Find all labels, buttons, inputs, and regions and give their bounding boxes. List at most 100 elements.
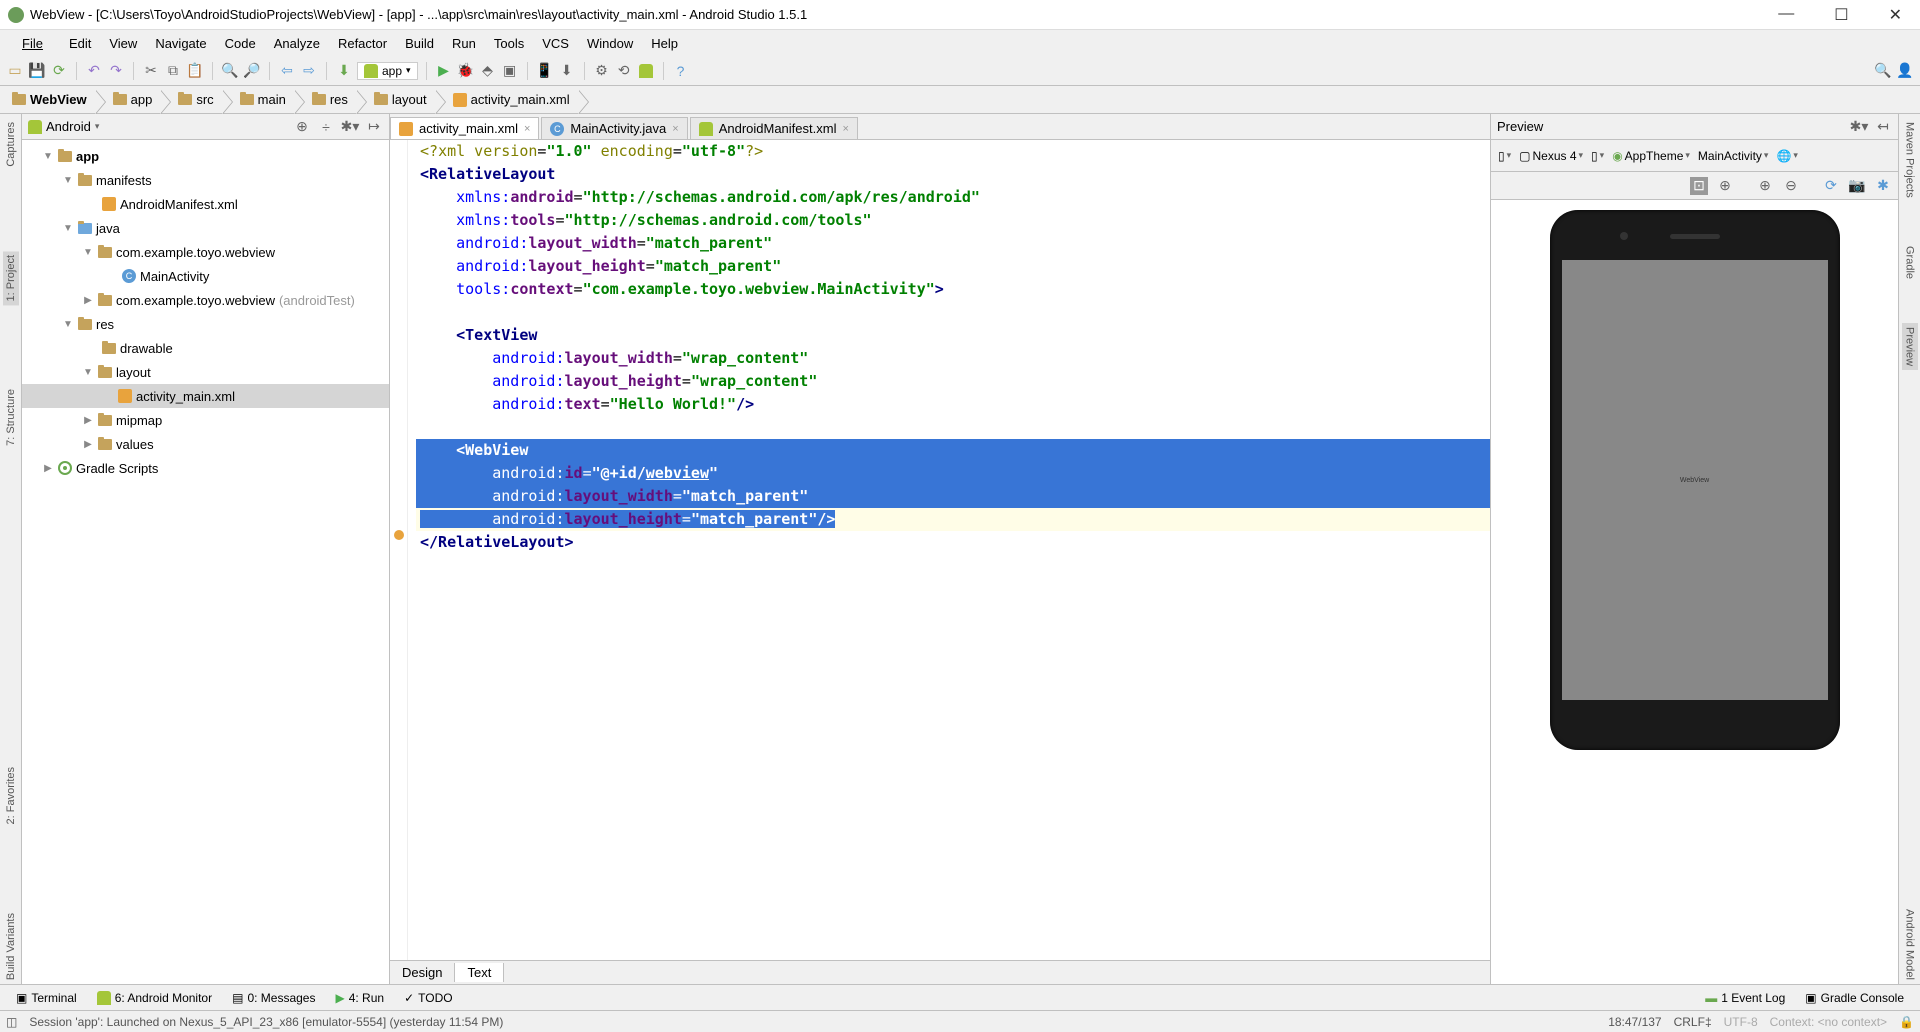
close-button[interactable]: ✕ [1879,3,1912,27]
cut-icon[interactable]: ✂ [142,62,160,80]
tree-layout[interactable]: ▼layout [22,360,389,384]
forward-icon[interactable]: ⇨ [300,62,318,80]
crumb-src[interactable]: src [170,90,221,109]
menu-vcs[interactable]: VCS [534,34,577,53]
menu-refactor[interactable]: Refactor [330,34,395,53]
sync-gradle-icon[interactable]: ⟲ [615,62,633,80]
tree-package-main[interactable]: ▼com.example.toyo.webview [22,240,389,264]
tree-drawable[interactable]: drawable [22,336,389,360]
tool-android-monitor[interactable]: 6: Android Monitor [87,989,222,1007]
run-config-selector[interactable]: app ▾ [357,62,418,80]
project-tree[interactable]: ▼app ▼manifests AndroidManifest.xml ▼jav… [22,140,389,984]
menu-code[interactable]: Code [217,34,264,53]
tool-event-log[interactable]: ▬1 Event Log [1695,989,1795,1007]
find-icon[interactable]: 🔍 [221,62,239,80]
tool-gradle-console[interactable]: ▣Gradle Console [1795,989,1914,1007]
sync-icon[interactable]: ⟳ [50,62,68,80]
crumb-main[interactable]: main [232,90,294,109]
tab-design[interactable]: Design [390,963,455,982]
tree-manifests[interactable]: ▼manifests [22,168,389,192]
crumb-res[interactable]: res [304,90,356,109]
tab-activity-main[interactable]: activity_main.xml× [390,117,539,139]
avd-icon[interactable]: 📱 [536,62,554,80]
tree-values[interactable]: ▶values [22,432,389,456]
zoom-actual-icon[interactable]: ⊕ [1716,177,1734,195]
menu-navigate[interactable]: Navigate [147,34,214,53]
redo-icon[interactable]: ↷ [107,62,125,80]
tree-manifest-file[interactable]: AndroidManifest.xml [22,192,389,216]
close-icon[interactable]: × [672,123,678,135]
crumb-layout[interactable]: layout [366,90,435,109]
tab-text[interactable]: Text [455,963,504,982]
maximize-button[interactable]: ☐ [1824,3,1858,27]
debug-icon[interactable]: 🐞 [457,62,475,80]
project-view-selector[interactable]: Android [46,119,91,134]
status-caret-position[interactable]: 18:47/137 [1608,1015,1661,1029]
tool-terminal[interactable]: ▣Terminal [6,989,87,1007]
settings-icon[interactable]: ✱▾ [341,118,359,136]
copy-icon[interactable]: ⧉ [164,62,182,80]
rail-gradle[interactable]: Gradle [1902,242,1918,283]
orientation-selector[interactable]: ▯▾ [1495,147,1514,165]
tree-mipmap[interactable]: ▶mipmap [22,408,389,432]
menu-file[interactable]: File [6,34,59,53]
tab-android-manifest[interactable]: AndroidManifest.xml× [690,117,858,139]
rail-favorites[interactable]: 2: Favorites [3,763,19,828]
tab-main-activity[interactable]: CMainActivity.java× [541,117,687,139]
status-line-separator[interactable]: CRLF‡ [1674,1015,1712,1029]
make-icon[interactable]: ⬇ [335,62,353,80]
run-icon[interactable]: ▶ [435,62,453,80]
rail-build-variants[interactable]: Build Variants [3,909,19,984]
menu-window[interactable]: Window [579,34,641,53]
tree-main-activity[interactable]: CMainActivity [22,264,389,288]
menu-analyze[interactable]: Analyze [266,34,328,53]
rail-structure[interactable]: 7: Structure [3,385,19,450]
tool-windows-icon[interactable]: ◫ [6,1015,17,1029]
rail-preview[interactable]: Preview [1902,323,1918,370]
menu-tools[interactable]: Tools [486,34,532,53]
crumb-file[interactable]: activity_main.xml [445,90,578,109]
help-icon[interactable]: ? [672,62,690,80]
back-icon[interactable]: ⇦ [278,62,296,80]
crumb-app[interactable]: app [105,90,161,109]
rail-maven[interactable]: Maven Projects [1902,118,1918,202]
crumb-webview[interactable]: WebView [4,90,95,109]
hide-icon[interactable]: ↤ [1874,118,1892,136]
paste-icon[interactable]: 📋 [186,62,204,80]
user-icon[interactable]: 👤 [1896,62,1914,80]
close-icon[interactable]: × [842,123,848,135]
scroll-from-source-icon[interactable]: ⊕ [293,118,311,136]
replace-icon[interactable]: 🔎 [243,62,261,80]
project-structure-icon[interactable]: ⚙ [593,62,611,80]
tool-messages[interactable]: ▤0: Messages [222,989,325,1007]
minimize-button[interactable]: — [1768,3,1804,27]
tree-activity-main[interactable]: activity_main.xml [22,384,389,408]
tree-res[interactable]: ▼res [22,312,389,336]
tree-gradle-scripts[interactable]: ▶Gradle Scripts [22,456,389,480]
rail-captures[interactable]: Captures [3,118,19,171]
device-selector[interactable]: ▢Nexus 4▾ [1516,147,1586,165]
status-encoding[interactable]: UTF-8 [1724,1015,1758,1029]
tool-run[interactable]: ▶4: Run [325,989,394,1007]
rail-project[interactable]: 1: Project [3,251,19,305]
collapse-icon[interactable]: ÷ [317,118,335,136]
theme-selector[interactable]: ◉AppTheme▾ [1609,147,1693,165]
screenshot-icon[interactable]: 📷 [1848,177,1866,195]
undo-icon[interactable]: ↶ [85,62,103,80]
zoom-out-icon[interactable]: ⊖ [1782,177,1800,195]
tool-todo[interactable]: ✓TODO [394,989,463,1007]
status-lock-icon[interactable]: 🔒 [1899,1015,1914,1029]
refresh-icon[interactable]: ⟳ [1822,177,1840,195]
hide-icon[interactable]: ↦ [365,118,383,136]
zoom-fit-icon[interactable]: ⊡ [1690,177,1708,195]
locale-selector[interactable]: 🌐▾ [1773,147,1800,165]
android-icon2[interactable] [637,62,655,80]
tree-app[interactable]: ▼app [22,144,389,168]
activity-selector[interactable]: MainActivity▾ [1695,147,1772,165]
attach-debugger-icon[interactable]: ⬘ [479,62,497,80]
search-everywhere-icon[interactable]: 🔍 [1874,62,1892,80]
menu-edit[interactable]: Edit [61,34,99,53]
menu-help[interactable]: Help [643,34,686,53]
stop-icon[interactable]: ▣ [501,62,519,80]
api-selector[interactable]: ▯▾ [1588,147,1607,165]
